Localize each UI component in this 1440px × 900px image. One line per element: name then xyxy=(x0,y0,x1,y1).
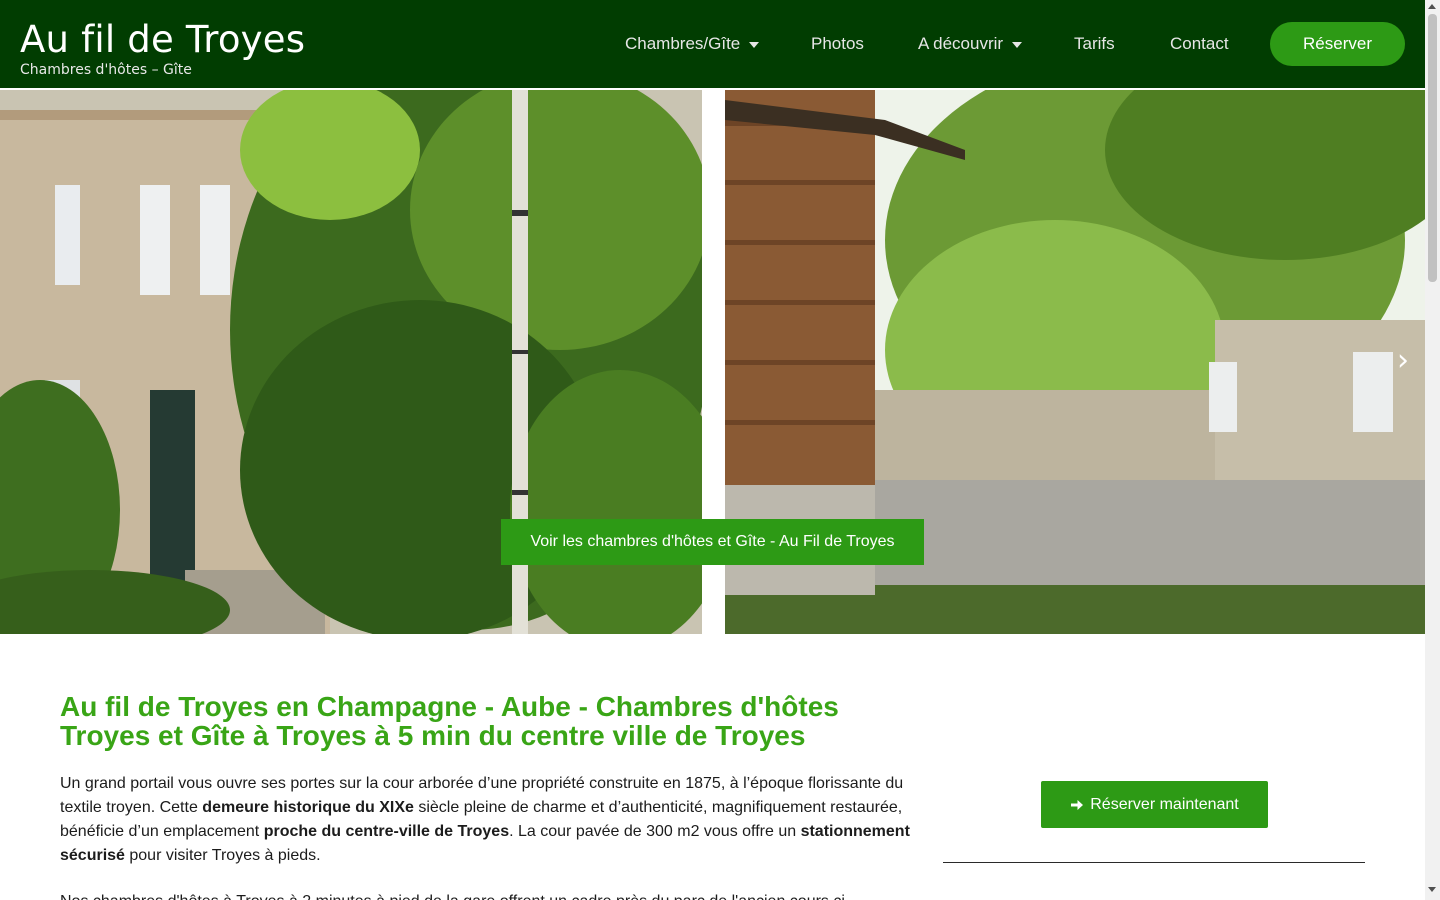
nav-item-label: A découvrir xyxy=(918,34,1004,53)
site-subtitle: Chambres d'hôtes – Gîte xyxy=(20,62,192,78)
intro-text-4: pour visiter Troyes à pieds. xyxy=(124,847,321,864)
nav-item-label: Tarifs xyxy=(1074,34,1115,53)
nav-item-label: Contact xyxy=(1170,34,1229,53)
hero-slider: Voir les chambres d'hôtes et Gîte - Au F… xyxy=(0,88,1425,634)
reserve-now-button[interactable]: Réserver maintenant xyxy=(1041,781,1268,828)
chevron-down-icon xyxy=(749,42,760,48)
sidebar-divider xyxy=(943,862,1365,863)
intro-paragraph: Un grand portail vous ouvre ses portes s… xyxy=(60,772,910,868)
nav-item-a-decouvrir[interactable]: A découvrir xyxy=(918,33,1023,55)
nav-item-photos[interactable]: Photos xyxy=(811,33,864,55)
reserve-now-label: Réserver maintenant xyxy=(1090,795,1239,813)
site-title[interactable]: Au fil de Troyes xyxy=(20,18,305,62)
reserve-button[interactable]: Réserver xyxy=(1270,22,1405,66)
brand[interactable]: Au fil de Troyes Chambres d'hôtes – Gîte xyxy=(20,18,305,78)
nav-item-contact[interactable]: Contact xyxy=(1170,33,1229,55)
intro-bold-2: proche du centre-ville de Troyes xyxy=(263,823,510,840)
chevron-down-icon xyxy=(1012,42,1023,48)
site-header: Au fil de Troyes Chambres d'hôtes – Gîte… xyxy=(0,0,1425,88)
view-rooms-button[interactable]: Voir les chambres d'hôtes et Gîte - Au F… xyxy=(501,519,924,565)
chevron-right-icon[interactable]: › xyxy=(1392,346,1414,376)
nav-item-tarifs[interactable]: Tarifs xyxy=(1074,33,1115,55)
page-title: Au fil de Troyes en Champagne - Aube - C… xyxy=(60,691,839,751)
scroll-down-arrow-icon[interactable] xyxy=(1428,887,1436,892)
scroll-up-arrow-icon[interactable] xyxy=(1428,4,1436,9)
nav-item-label: Chambres/Gîte xyxy=(625,34,741,53)
scrollbar-thumb[interactable] xyxy=(1428,14,1437,282)
second-paragraph: Nos chambres d'hôtes à Troyes à 2 minute… xyxy=(60,890,910,900)
arrow-right-icon xyxy=(1071,799,1084,810)
nav-item-chambres-gite[interactable]: Chambres/Gîte xyxy=(625,33,760,55)
intro-text-3: . La cour pavée de 300 m2 vous offre un xyxy=(509,823,801,840)
nav-item-label: Photos xyxy=(811,34,864,53)
intro-bold-1: demeure historique du XIXe xyxy=(202,799,414,816)
